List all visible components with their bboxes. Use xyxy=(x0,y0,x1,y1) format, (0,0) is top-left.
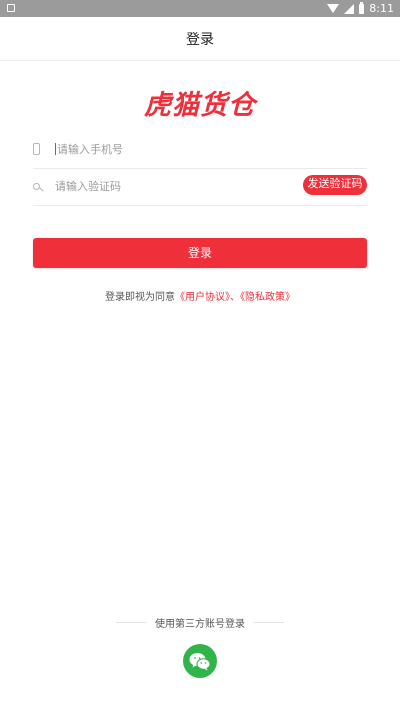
code-field: 发送验证码 xyxy=(33,167,367,206)
status-indicators: 8:11 xyxy=(327,0,394,17)
phone-icon-wrapper xyxy=(33,143,55,155)
divider-line-left xyxy=(116,621,146,623)
wechat-icon xyxy=(189,652,211,670)
privacy-policy-link[interactable]: 《隐私政策》 xyxy=(240,292,295,303)
agreement-text: 登录即视为同意《用户协议》、《隐私政策》 xyxy=(0,288,400,303)
third-party-login-divider: 使用第三方账号登录 xyxy=(0,614,400,630)
key-icon xyxy=(33,182,40,190)
user-agreement-link[interactable]: 《用户协议》 xyxy=(175,292,230,303)
third-party-label: 使用第三方账号登录 xyxy=(155,618,245,630)
wechat-login-button[interactable] xyxy=(183,644,217,678)
battery-icon xyxy=(359,1,365,14)
page-title: 登录 xyxy=(186,32,214,48)
phone-input[interactable] xyxy=(57,142,367,156)
login-button[interactable]: 登录 xyxy=(33,238,367,268)
notification-icon xyxy=(7,4,15,12)
agreement-separator: 、 xyxy=(230,292,240,303)
agreement-prefix: 登录即视为同意 xyxy=(105,292,175,303)
wifi-icon xyxy=(327,4,340,13)
brand-logo: 虎猫货仓 xyxy=(144,90,256,121)
status-bar: 8:11 xyxy=(0,0,400,17)
signal-icon xyxy=(344,3,355,14)
phone-icon xyxy=(33,143,40,155)
send-code-button[interactable]: 发送验证码 xyxy=(303,175,367,195)
text-cursor xyxy=(55,143,56,155)
header: 登录 xyxy=(0,17,400,61)
divider-line-right xyxy=(254,621,284,623)
phone-field xyxy=(33,130,367,169)
status-time: 8:11 xyxy=(369,2,394,15)
key-icon-wrapper xyxy=(33,182,55,190)
